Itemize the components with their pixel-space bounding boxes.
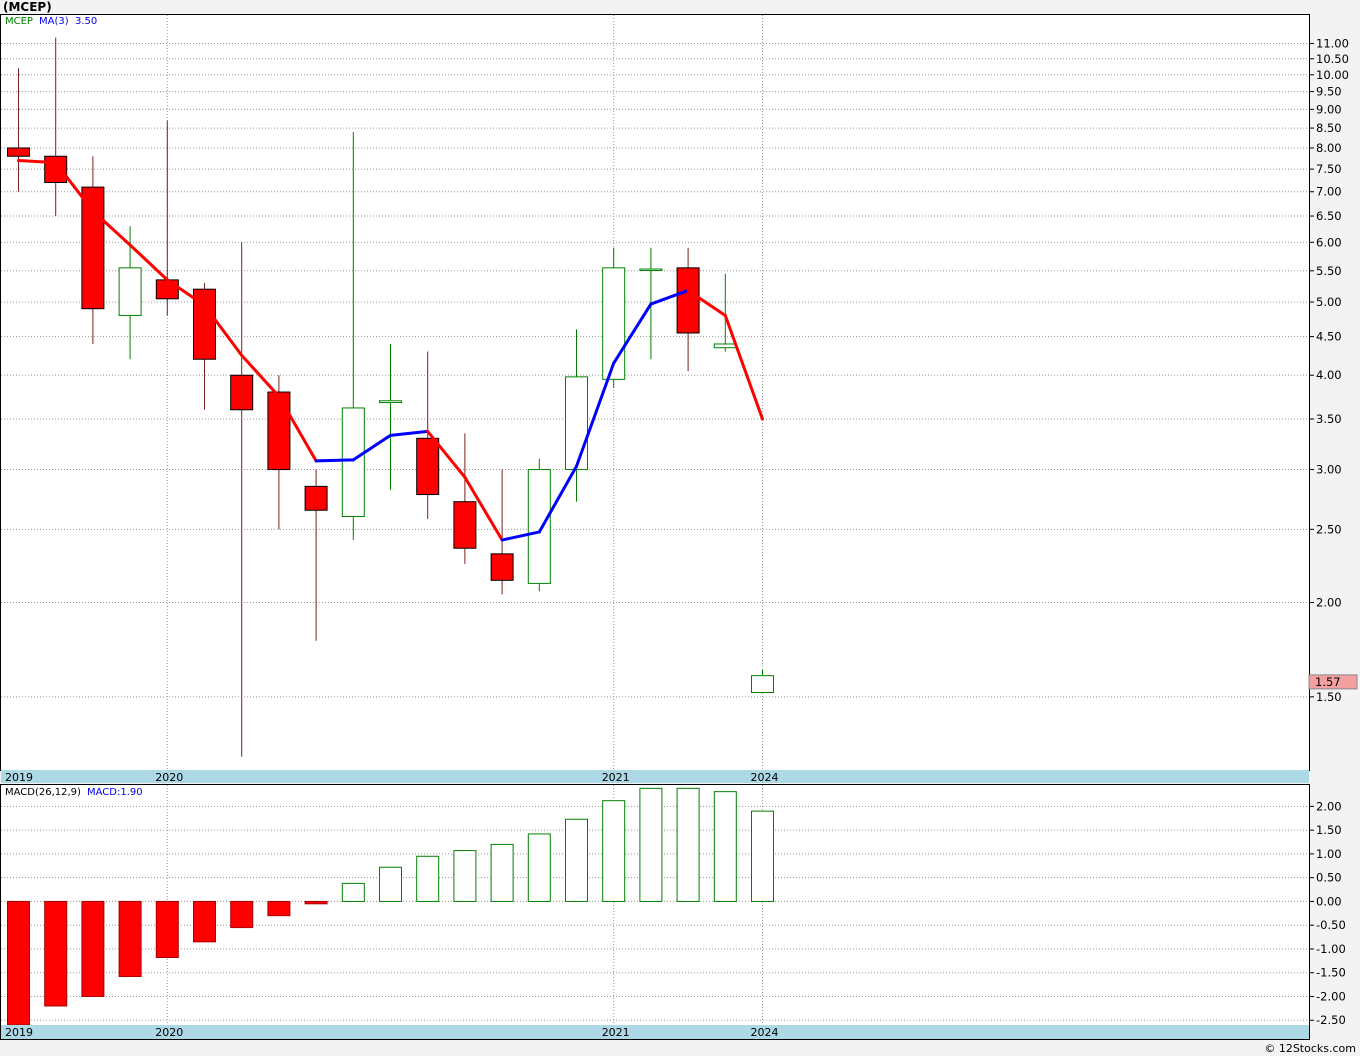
candle-body — [713, 343, 737, 349]
price-tick-label: 4.00 — [1316, 368, 1342, 382]
macd-legend: MACD(26,12,9) MACD:1.90 — [5, 787, 143, 798]
price-tick-label: 9.50 — [1316, 85, 1342, 99]
candle-body — [304, 485, 328, 511]
last-price-tag-label: 1.57 — [1315, 675, 1341, 689]
macd-bar — [304, 900, 328, 905]
price-tick-label: 8.00 — [1316, 141, 1342, 155]
candle-body — [639, 268, 663, 272]
last-price-tag: 1.57 — [1308, 674, 1358, 690]
candle-body — [379, 400, 402, 404]
macd-time-axis-band — [1, 1025, 1309, 1039]
footer-credit: © 12Stocks.com — [1264, 1042, 1356, 1055]
macd-tick-label: -1.00 — [1316, 942, 1346, 956]
candle-body — [490, 553, 514, 581]
macd-bar — [44, 900, 68, 1007]
price-tick-label: 1.50 — [1316, 690, 1342, 704]
price-tick-label: 10.50 — [1316, 52, 1349, 66]
macd-bar — [118, 900, 142, 978]
macd-tick-label: 1.50 — [1316, 823, 1342, 837]
price-tick-label: 11.00 — [1316, 37, 1349, 51]
candle-body — [341, 407, 365, 517]
price-tick-label: 2.00 — [1316, 596, 1342, 610]
price-tick-label: 6.00 — [1316, 235, 1342, 249]
candle-body — [155, 279, 179, 300]
candle-body — [118, 267, 142, 316]
macd-bar — [379, 866, 402, 902]
ma-segment — [17, 158, 58, 165]
candle-body — [565, 376, 588, 471]
macd-bar — [639, 787, 663, 902]
price-tick-label: 4.50 — [1316, 330, 1342, 344]
macd-bar — [565, 818, 588, 902]
macd-panel: 2.00 1.50 1.00 0.50 0.00 -0.50 -1.00 -1.50 -2.00… — [0, 784, 1346, 1040]
candle-body — [751, 675, 774, 693]
candle-body — [453, 501, 477, 549]
macd-tick-label: -2.50 — [1316, 1013, 1346, 1027]
price-y-axis: 11.0010.50 10.00 9.50 9.00 8.50 8.00 7.50 7.00 6… — [1309, 37, 1349, 704]
macd-year-label: 2020 — [155, 1026, 183, 1039]
price-tick-label: 2.50 — [1316, 522, 1342, 536]
macd-bar — [341, 882, 365, 902]
price-time-axis-band — [1, 770, 1309, 783]
price-tick-label: 8.50 — [1316, 121, 1342, 135]
candle-body — [267, 391, 291, 471]
price-tick-label: 3.50 — [1316, 412, 1342, 426]
macd-legend-value: MACD:1.90 — [87, 787, 143, 798]
macd-bar — [527, 833, 551, 902]
macd-bar — [602, 800, 626, 902]
macd-bar — [713, 791, 737, 902]
macd-bar — [490, 843, 514, 902]
macd-bar — [751, 810, 774, 902]
price-tick-label: 7.00 — [1316, 185, 1342, 199]
candle-body — [230, 374, 254, 411]
price-tick-label: 10.00 — [1316, 68, 1349, 82]
candle-body — [527, 469, 551, 584]
macd-bar — [7, 900, 30, 1026]
price-tick-label: 5.00 — [1316, 295, 1342, 309]
ma-segment — [314, 458, 355, 463]
candle-body — [44, 155, 68, 183]
macd-tick-label: -2.00 — [1316, 989, 1346, 1003]
macd-bar — [453, 850, 477, 902]
macd-tick-label: -1.50 — [1316, 966, 1346, 980]
price-tick-label: 7.50 — [1316, 162, 1342, 176]
candle-body — [416, 437, 440, 496]
price-legend: MCEP MA(3) 3.50 — [5, 16, 97, 27]
macd-bar — [155, 900, 179, 959]
price-year-label: 2024 — [751, 771, 779, 784]
macd-tick-label: 1.00 — [1316, 847, 1342, 861]
candle-body — [81, 186, 105, 310]
macd-y-axis: 2.00 1.50 1.00 0.50 0.00 -0.50 -1.00 -1.50 -2.00… — [1309, 799, 1346, 1027]
candle-body — [7, 147, 30, 157]
macd-bar — [416, 855, 440, 902]
macd-year-label: 2019 — [5, 1026, 33, 1039]
legend-ma-label: MA(3) — [39, 16, 69, 27]
macd-tick-label: 0.00 — [1316, 894, 1342, 908]
legend-symbol: MCEP — [5, 16, 33, 27]
price-tick-label: 3.00 — [1316, 463, 1342, 477]
macd-tick-label: 2.00 — [1316, 799, 1342, 813]
macd-year-label: 2021 — [602, 1026, 630, 1039]
chart-canvas: 11.0010.50 10.00 9.50 9.00 8.50 8.00 7.50 7.00 6… — [0, 14, 1358, 1040]
macd-tick-label: 0.50 — [1316, 871, 1342, 885]
price-year-label: 2020 — [155, 771, 183, 784]
macd-bar — [230, 900, 254, 929]
price-year-label: 2021 — [602, 771, 630, 784]
macd-legend-params: MACD(26,12,9) — [5, 787, 81, 798]
price-panel: 11.0010.50 10.00 9.50 9.00 8.50 8.00 7.50 7.00 6… — [0, 14, 1358, 784]
macd-year-label: 2024 — [751, 1026, 779, 1039]
price-tick-label: 6.50 — [1316, 209, 1342, 223]
price-tick-label: 5.50 — [1316, 264, 1342, 278]
price-year-label: 2019 — [5, 771, 33, 784]
macd-bar — [267, 900, 291, 917]
legend-ma-value: 3.50 — [75, 16, 97, 27]
price-tick-label: 9.00 — [1316, 102, 1342, 116]
macd-bar — [81, 900, 105, 997]
macd-tick-label: -0.50 — [1316, 918, 1346, 932]
macd-bar — [676, 787, 700, 902]
macd-bar — [193, 900, 216, 943]
candle-body — [676, 267, 700, 334]
